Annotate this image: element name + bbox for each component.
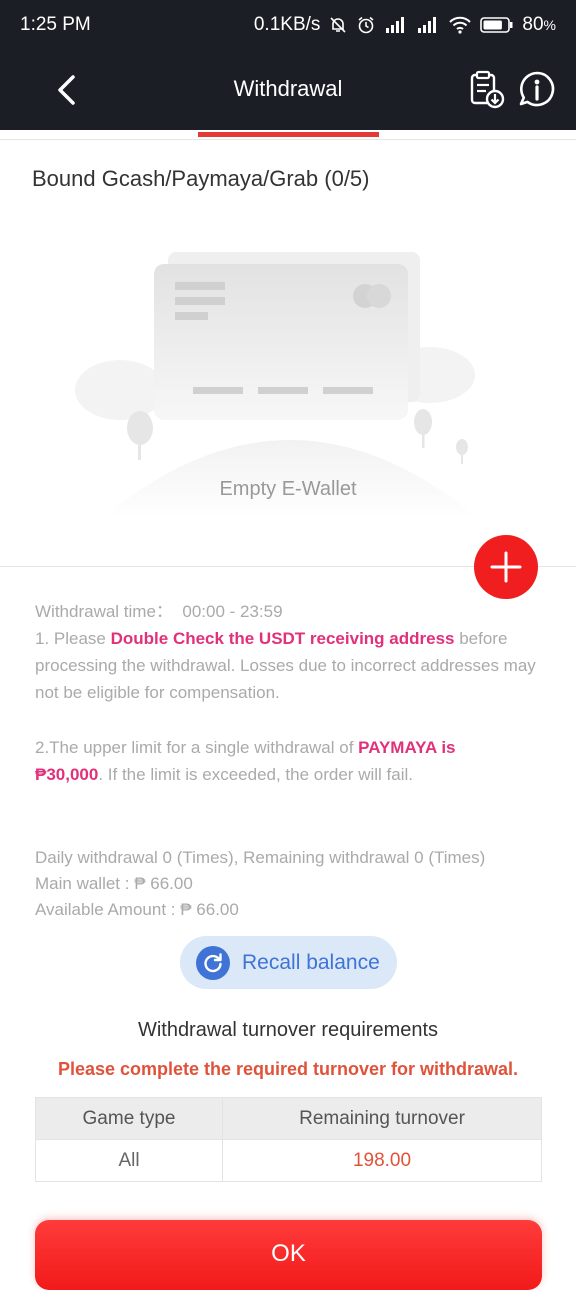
info-icon <box>519 71 555 107</box>
clipboard-download-icon <box>470 70 505 109</box>
add-wallet-button[interactable] <box>474 535 538 599</box>
network-speed: 0.1KB/s <box>253 14 321 35</box>
daily-withdrawal-info: Daily withdrawal 0 (Times), Remaining wi… <box>35 848 486 867</box>
battery-percent: 80% <box>522 14 556 35</box>
table-row: All 198.00 <box>35 1139 542 1182</box>
withdrawal-time: Withdrawal time： 00:00 - 23:59 <box>35 602 283 621</box>
battery-icon <box>480 16 514 34</box>
battery-fill <box>483 20 503 30</box>
turnover-warning: Please complete the required turnover fo… <box>57 1059 519 1079</box>
game-type-cell: All <box>35 1139 223 1182</box>
empty-wallet-text: Empty E-Wallet <box>219 478 357 500</box>
active-tab-indicator <box>198 132 379 137</box>
withdrawal-stats: Daily withdrawal 0 (Times), Remaining wi… <box>35 845 485 923</box>
tab-strip <box>0 130 576 140</box>
cloud-shape <box>75 360 165 420</box>
turnover-table: Game type Remaining turnover All 198.00 <box>35 1097 542 1182</box>
turnover-title: Withdrawal turnover requirements <box>137 1019 439 1041</box>
column-header-remaining-turnover: Remaining turnover <box>222 1097 542 1140</box>
remaining-turnover-cell: 198.00 <box>222 1139 542 1182</box>
withdrawal-notes: Withdrawal time： 00:00 - 23:59 1. Please… <box>35 598 545 788</box>
wifi-icon <box>448 16 472 34</box>
records-button[interactable] <box>466 70 508 110</box>
status-time: 1:25 PM <box>20 14 91 35</box>
main-wallet-balance: Main wallet : ₱ 66.00 <box>35 874 193 893</box>
recall-balance-button[interactable]: Recall balance <box>180 936 397 989</box>
status-bar: 1:25 PM 0.1KB/s 80% <box>0 0 576 50</box>
column-header-game-type: Game type <box>35 1097 223 1140</box>
note-1: 1. Please Double Check the USDT receivin… <box>35 629 536 702</box>
alarm-icon <box>356 15 376 35</box>
available-amount: Available Amount : ₱ 66.00 <box>35 900 239 919</box>
bound-wallets-title: Bound Gcash/Paymaya/Grab (0/5) <box>32 166 370 191</box>
signal-icon <box>384 16 408 34</box>
help-button[interactable] <box>516 70 558 110</box>
signal-icon <box>416 16 440 34</box>
table-header-row: Game type Remaining turnover <box>35 1097 542 1140</box>
nav-bar: Withdrawal <box>0 50 576 130</box>
refresh-icon <box>196 945 230 980</box>
status-icons: 0.1KB/s 80% <box>254 14 556 36</box>
recall-balance-label: Recall balance <box>242 950 380 974</box>
note-2: 2.The upper limit for a single withdrawa… <box>35 738 456 784</box>
plus-icon <box>490 551 522 583</box>
mute-icon <box>328 15 348 35</box>
